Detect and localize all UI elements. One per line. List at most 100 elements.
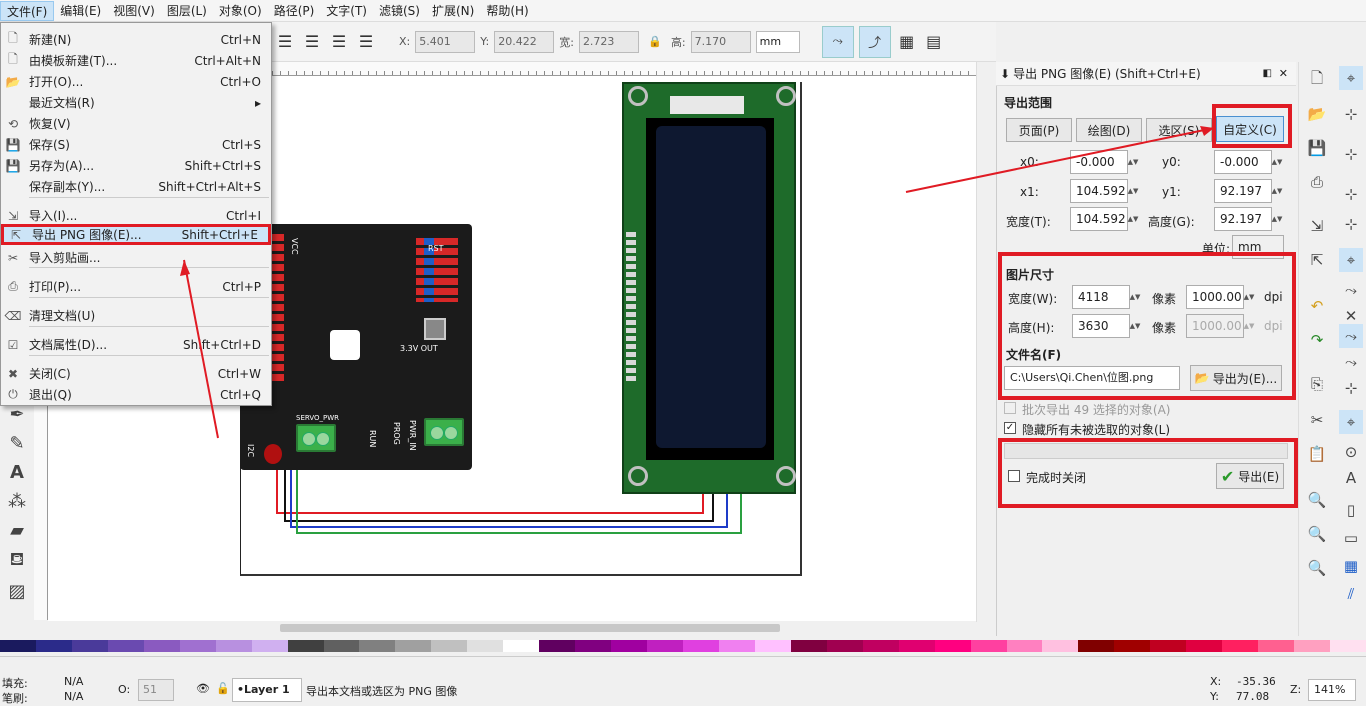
palette-swatch[interactable] <box>359 640 397 652</box>
w-field[interactable]: 2.723 <box>578 30 639 53</box>
file-menu-item[interactable]: ✖ 关闭(C) Ctrl+W <box>1 363 271 384</box>
snap-bbox-icon[interactable]: ⊹ <box>1339 102 1363 126</box>
layer-select[interactable]: •Layer 1 <box>232 678 302 702</box>
file-menu-item[interactable]: 💾 保存(S) Ctrl+S <box>1 134 271 155</box>
zoom-selection-icon[interactable]: 🔍 <box>1305 488 1329 512</box>
align-left-icon[interactable]: ☰ <box>274 31 296 53</box>
snap-page-icon[interactable]: ▭ <box>1339 526 1363 550</box>
file-menu-item[interactable]: 🗋 由模板新建(T)... Ctrl+Alt+N <box>1 50 271 71</box>
palette-swatch[interactable] <box>71 640 109 652</box>
palette-swatch[interactable] <box>611 640 649 652</box>
palette-swatch[interactable] <box>503 640 541 652</box>
snap-edges-icon[interactable]: ⊹ <box>1339 142 1363 166</box>
snap-center-icon[interactable]: ⌖ <box>1339 410 1363 434</box>
palette-swatch[interactable] <box>539 640 577 652</box>
file-menu-item[interactable]: 保存副本(Y)... Shift+Ctrl+Alt+S <box>1 176 271 197</box>
palette-swatch[interactable] <box>1258 640 1296 652</box>
file-menu-item[interactable]: ⇲ 导入(I)... Ctrl+I <box>1 205 271 226</box>
px-height-spinner[interactable]: ▲▼ <box>1130 314 1141 338</box>
transform-corners-button[interactable]: ⤴ <box>858 25 891 58</box>
calligraphy-icon[interactable]: ✎ <box>4 433 30 454</box>
y1-field[interactable]: 92.197 <box>1214 179 1272 203</box>
width-spinner[interactable]: ▲▼ <box>1128 207 1139 231</box>
menu-file[interactable]: 文件(F) <box>0 0 55 21</box>
palette-swatch[interactable] <box>1114 640 1152 652</box>
palette-swatch[interactable] <box>862 640 900 652</box>
menu-layer[interactable]: 图层(L) <box>161 1 213 21</box>
area-custom-button[interactable]: 自定义(C) <box>1216 116 1284 142</box>
file-menu-item[interactable]: 最近文档(R) ▸ <box>1 92 271 113</box>
x0-spinner[interactable]: ▲▼ <box>1128 150 1139 174</box>
pen-icon[interactable]: ✒ <box>4 404 30 425</box>
print-icon[interactable]: ⎙ <box>1305 170 1329 194</box>
palette-swatch[interactable] <box>1006 640 1044 652</box>
palette-swatch[interactable] <box>251 640 289 652</box>
palette-swatch[interactable] <box>179 640 217 652</box>
save-icon[interactable]: 💾 <box>1305 136 1329 160</box>
snap-grid-icon[interactable]: ▦ <box>1339 554 1363 578</box>
spray-icon[interactable]: ⁂ <box>4 491 30 512</box>
snap-guide-icon[interactable]: ⫽ <box>1339 582 1363 606</box>
zoom-drawing-icon[interactable]: 🔍 <box>1305 522 1329 546</box>
snap-text-baseline-icon[interactable]: A <box>1339 466 1363 490</box>
zoom-page-icon[interactable]: 🔍 <box>1305 556 1329 580</box>
export-as-button[interactable]: 📂 导出为(E)... <box>1190 365 1282 391</box>
eraser-icon[interactable]: ▰ <box>4 520 30 541</box>
filename-field[interactable]: C:\Users\Qi.Chen\位图.png <box>1004 366 1180 390</box>
zoom-field[interactable]: 141% <box>1308 679 1356 701</box>
vertical-scrollbar[interactable] <box>976 62 996 622</box>
x1-spinner[interactable]: ▲▼ <box>1128 179 1139 203</box>
palette-swatch[interactable] <box>143 640 181 652</box>
close-dialog-icon[interactable]: ✕ <box>1279 67 1288 80</box>
px-height-field[interactable]: 3630 <box>1072 314 1130 338</box>
height-spinner[interactable]: ▲▼ <box>1272 207 1283 231</box>
dpi-spinner[interactable]: ▲▼ <box>1244 285 1255 309</box>
paste-icon[interactable]: 📋 <box>1305 442 1329 466</box>
text-tool-icon[interactable]: A <box>4 462 30 483</box>
snap-smooth-icon[interactable]: ⤳ <box>1339 350 1363 374</box>
palette-swatch[interactable] <box>1222 640 1260 652</box>
cut-icon[interactable]: ✂ <box>1305 408 1329 432</box>
width-field[interactable]: 104.592 <box>1070 207 1128 231</box>
close-when-done-checkbox[interactable] <box>1008 470 1020 482</box>
palette-swatch[interactable] <box>431 640 469 652</box>
palette-swatch[interactable] <box>1294 640 1332 652</box>
lock-icon[interactable]: 🔒 <box>644 31 666 53</box>
align-center-icon[interactable]: ☰ <box>301 31 323 53</box>
y1-spinner[interactable]: ▲▼ <box>1272 179 1283 203</box>
menu-view[interactable]: 视图(V) <box>107 1 161 21</box>
snap-corners-icon[interactable]: ⊹ <box>1339 182 1363 206</box>
x0-field[interactable]: -0.000 <box>1070 150 1128 174</box>
palette-swatch[interactable] <box>1150 640 1188 652</box>
file-menu-item[interactable]: 💾 另存为(A)... Shift+Ctrl+S <box>1 155 271 176</box>
file-menu-item[interactable]: 📂 打开(O)... Ctrl+O <box>1 71 271 92</box>
transform-pattern-icon[interactable]: ▤ <box>923 31 945 53</box>
px-width-field[interactable]: 4118 <box>1072 285 1130 309</box>
palette-swatch[interactable] <box>647 640 684 652</box>
palette-swatch[interactable] <box>395 640 433 652</box>
file-menu-item[interactable]: ⇱ 导出 PNG 图像(E)... Shift+Ctrl+E <box>1 224 271 245</box>
redo-icon[interactable]: ↷ <box>1305 328 1329 352</box>
transform-stroke-button[interactable]: ⤳ <box>821 25 854 58</box>
menu-text[interactable]: 文字(T) <box>320 1 373 21</box>
px-width-spinner[interactable]: ▲▼ <box>1130 285 1141 309</box>
file-menu-item[interactable]: ⟲ 恢复(V) <box>1 113 271 134</box>
palette-swatch[interactable] <box>215 640 253 652</box>
y0-spinner[interactable]: ▲▼ <box>1272 150 1283 174</box>
palette-swatch[interactable] <box>754 640 792 652</box>
palette-swatch[interactable] <box>0 640 37 652</box>
align-justify-icon[interactable]: ☰ <box>355 31 377 53</box>
unit-select[interactable]: mm <box>755 30 800 53</box>
palette-swatch[interactable] <box>826 640 864 652</box>
y-field[interactable]: 20.422 <box>494 30 555 53</box>
menu-extensions[interactable]: 扩展(N) <box>426 1 480 21</box>
palette-swatch[interactable] <box>1330 640 1366 652</box>
new-document-icon[interactable]: 🗋 <box>1305 68 1329 92</box>
palette-swatch[interactable] <box>107 640 145 652</box>
x-field[interactable]: 5.401 <box>415 30 476 53</box>
bucket-icon[interactable]: ⛾ <box>4 549 30 573</box>
color-palette[interactable] <box>0 636 1366 656</box>
menu-path[interactable]: 路径(P) <box>268 1 321 21</box>
palette-swatch[interactable] <box>323 640 361 652</box>
export-button[interactable]: ✔ 导出(E) <box>1216 463 1284 489</box>
